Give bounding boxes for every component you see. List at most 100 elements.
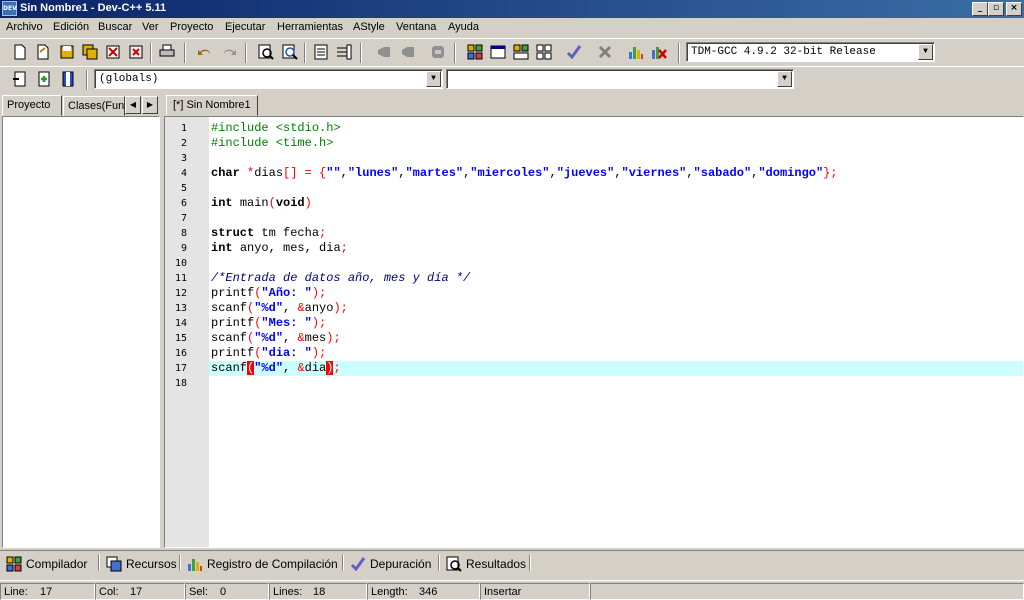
line-number: 8	[180, 228, 187, 239]
insert-icon	[13, 71, 26, 87]
menu-edicion[interactable]: Edición	[53, 21, 89, 33]
save-all-button[interactable]	[80, 42, 100, 62]
status-line: Line: 17	[0, 583, 95, 600]
scope-select[interactable]: (globals) ▼	[94, 69, 443, 89]
rebuild-all-button[interactable]	[534, 42, 554, 62]
tab-resultados-label: Resultados	[466, 557, 527, 571]
line-number: 16	[174, 348, 187, 359]
run-button[interactable]	[488, 42, 508, 62]
syntax-check-button[interactable]	[564, 42, 584, 62]
scope-select-value: (globals)	[99, 73, 159, 85]
open-file-button[interactable]	[33, 42, 53, 62]
indent-button[interactable]	[311, 42, 331, 62]
open-file-icon	[37, 44, 49, 60]
redo-button[interactable]	[219, 42, 239, 62]
tab-registro-compilacion[interactable]: Registro de Compilación	[183, 553, 342, 573]
line-number: 5	[180, 183, 187, 194]
code-line: scanf("%d", &anyo);	[211, 301, 348, 315]
replace-icon	[282, 44, 298, 60]
undo-button[interactable]	[195, 42, 215, 62]
secondary-toolbar: (globals) ▼ ▼	[0, 66, 1024, 92]
insert-button[interactable]	[10, 69, 30, 89]
rebuild-grid-icon	[536, 44, 552, 60]
find-button[interactable]	[256, 42, 276, 62]
compile-log-chart-icon	[188, 559, 202, 571]
chevron-down-icon[interactable]: ▼	[777, 71, 792, 87]
toolbar-separator	[304, 43, 306, 63]
window-title: Sin Nombre1 - Dev-C++ 5.11	[20, 2, 167, 14]
debug-check-icon	[350, 557, 366, 572]
bookmark-icon	[62, 71, 74, 87]
project-options-button[interactable]	[428, 42, 448, 62]
syntax-check-icon	[566, 45, 582, 60]
undo-icon	[198, 49, 211, 55]
add-to-project-icon	[378, 47, 390, 57]
close-file-button[interactable]	[103, 42, 123, 62]
function-select[interactable]: ▼	[446, 69, 794, 89]
profile-analysis-button[interactable]	[626, 42, 646, 62]
tab-scroll-right-icon[interactable]: ▶	[142, 96, 158, 114]
tab-recursos[interactable]: Recursos	[102, 553, 181, 573]
new-file-button[interactable]	[10, 42, 30, 62]
tab-clases[interactable]: Clases(Fun	[63, 96, 125, 116]
menu-ver[interactable]: Ver	[142, 21, 159, 33]
add-to-project-button[interactable]	[374, 42, 394, 62]
toggle-bookmark-button[interactable]	[34, 69, 54, 89]
minimize-button[interactable]: _	[972, 2, 988, 16]
menu-buscar[interactable]: Buscar	[98, 21, 132, 33]
print-button[interactable]	[157, 42, 177, 62]
code-line: #include <time.h>	[211, 136, 334, 150]
menu-ayuda[interactable]: Ayuda	[448, 21, 479, 33]
save-icon	[60, 45, 74, 59]
devcpp-app-icon[interactable]: DEV	[2, 1, 17, 16]
toolbar-separator	[678, 43, 680, 63]
close-button[interactable]: ×	[1006, 2, 1022, 16]
compile-run-icon	[513, 44, 529, 60]
tab-compilador[interactable]: Compilador	[2, 553, 91, 573]
code-line: scanf("%d", &dia);	[211, 361, 341, 375]
replace-button[interactable]	[280, 42, 300, 62]
save-all-icon	[82, 44, 98, 60]
editor-tab[interactable]: [*] Sin Nombre1	[166, 95, 258, 116]
menu-archivo[interactable]: Archivo	[6, 21, 43, 33]
tab-depuracion[interactable]: Depuración	[346, 553, 435, 573]
code-line: /*Entrada de datos año, mes y día */	[211, 271, 471, 285]
line-number: 18	[174, 378, 187, 389]
find-icon	[258, 44, 274, 60]
compile-run-button[interactable]	[511, 42, 531, 62]
line-number: 9	[180, 243, 187, 254]
unindent-button[interactable]	[334, 42, 354, 62]
code-editor[interactable]: #include <stdio.h> #include <time.h> cha…	[209, 117, 1023, 547]
menu-ventana[interactable]: Ventana	[396, 21, 436, 33]
status-lines: Lines: 18	[269, 583, 367, 600]
tab-scroll-left-icon[interactable]: ◀	[125, 96, 141, 114]
code-line: scanf("%d", &mes);	[211, 331, 341, 345]
status-col-label: Col:	[99, 586, 119, 598]
status-lines-label: Lines:	[273, 586, 303, 598]
menu-proyecto[interactable]: Proyecto	[170, 21, 213, 33]
menu-ejecutar[interactable]: Ejecutar	[225, 21, 265, 33]
tab-proyecto[interactable]: Proyecto	[2, 95, 62, 116]
stop-execution-button[interactable]	[595, 42, 615, 62]
menu-astyle[interactable]: AStyle	[353, 21, 385, 33]
line-number: 12	[174, 288, 187, 299]
maximize-button[interactable]: ▫	[988, 2, 1004, 16]
compiler-select[interactable]: TDM-GCC 4.9.2 32-bit Release ▼	[686, 42, 935, 62]
main-toolbar: TDM-GCC 4.9.2 32-bit Release ▼	[0, 38, 1024, 66]
menu-herramientas[interactable]: Herramientas	[277, 21, 343, 33]
goto-bookmark-button[interactable]	[58, 69, 78, 89]
project-tree[interactable]	[2, 116, 160, 548]
tab-resultados[interactable]: Resultados	[442, 553, 530, 573]
bookmark-add-icon	[38, 71, 50, 87]
tab-separator	[342, 555, 344, 571]
save-button[interactable]	[57, 42, 77, 62]
delete-profile-button[interactable]	[649, 42, 669, 62]
stop-x-icon	[598, 45, 612, 59]
status-sel: Sel: 0	[185, 583, 269, 600]
remove-from-project-button[interactable]	[398, 42, 418, 62]
chevron-down-icon[interactable]: ▼	[426, 71, 441, 87]
chevron-down-icon[interactable]: ▼	[918, 44, 933, 60]
line-number: 15	[174, 333, 187, 344]
compile-button[interactable]	[465, 42, 485, 62]
close-all-button[interactable]	[126, 42, 146, 62]
